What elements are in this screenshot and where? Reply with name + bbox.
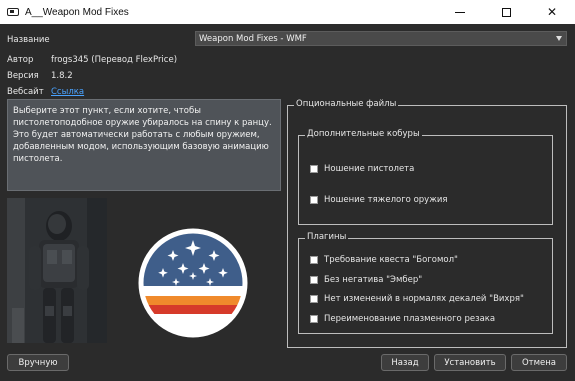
close-icon: ✕ xyxy=(546,5,558,19)
title-bar: A__Weapon Mod Fixes ✕ xyxy=(0,0,575,24)
author-value: frogs345 (Перевод FlexPrice) xyxy=(51,55,178,65)
manual-button[interactable]: Вручную xyxy=(7,354,69,371)
minimize-icon xyxy=(455,11,465,13)
chevron-down-icon xyxy=(556,36,562,41)
mod-select-dropdown[interactable]: Weapon Mod Fixes - WMF xyxy=(195,31,567,46)
maximize-button[interactable] xyxy=(483,0,529,24)
author-label: Автор xyxy=(7,55,34,65)
holster-option-pistol[interactable]: Ношение пистолета xyxy=(310,164,414,174)
close-button[interactable]: ✕ xyxy=(529,0,575,24)
holsters-group: Дополнительные кобуры xyxy=(298,129,553,225)
preview-image-character xyxy=(7,198,107,343)
version-label: Версия xyxy=(7,71,39,81)
holster-option-heavy[interactable]: Ношение тяжелого оружия xyxy=(310,195,448,205)
plugin-option-mantis[interactable]: Требование квеста "Богомол" xyxy=(310,255,458,265)
option-label: Без негатива "Эмбер" xyxy=(324,275,423,285)
plugin-option-vortex-decals[interactable]: Нет изменений в нормалях декалей "Вихря" xyxy=(310,294,524,304)
checkbox[interactable] xyxy=(310,256,318,264)
checkbox[interactable] xyxy=(310,196,318,204)
maximize-icon xyxy=(501,7,511,17)
checkbox[interactable] xyxy=(310,315,318,323)
option-label: Ношение тяжелого оружия xyxy=(324,195,448,205)
optional-files-title: Опциональные файлы xyxy=(294,99,399,109)
option-label: Ношение пистолета xyxy=(324,164,415,174)
app-icon xyxy=(7,8,19,16)
website-label: Вебсайт xyxy=(7,87,44,97)
plugin-option-ember[interactable]: Без негатива "Эмбер" xyxy=(310,275,422,285)
install-button[interactable]: Установить xyxy=(434,354,506,371)
option-label: Нет изменений в нормалях декалей "Вихря" xyxy=(324,294,524,304)
checkbox[interactable] xyxy=(310,295,318,303)
preview-image-logo xyxy=(108,198,281,343)
website-link[interactable]: Ссылка xyxy=(51,87,84,97)
holsters-title: Дополнительные кобуры xyxy=(305,129,422,139)
version-value: 1.8.2 xyxy=(51,71,73,81)
plugins-title: Плагины xyxy=(305,232,349,242)
cancel-button[interactable]: Отмена xyxy=(511,354,567,371)
starfield-logo-icon xyxy=(138,228,248,338)
plugin-option-plasma-cutter[interactable]: Переименование плазменного резака xyxy=(310,314,495,324)
option-label: Переименование плазменного резака xyxy=(324,314,496,324)
back-button[interactable]: Назад xyxy=(381,354,429,371)
mod-select-value: Weapon Mod Fixes - WMF xyxy=(199,33,307,44)
checkbox[interactable] xyxy=(310,165,318,173)
checkbox[interactable] xyxy=(310,276,318,284)
minimize-button[interactable] xyxy=(437,0,483,24)
description-box: Выберите этот пункт, если хотите, чтобы … xyxy=(7,99,281,191)
character-illustration xyxy=(7,198,107,343)
window-title: A__Weapon Mod Fixes xyxy=(25,6,129,18)
name-label: Название xyxy=(7,35,50,45)
option-label: Требование квеста "Богомол" xyxy=(324,255,458,265)
